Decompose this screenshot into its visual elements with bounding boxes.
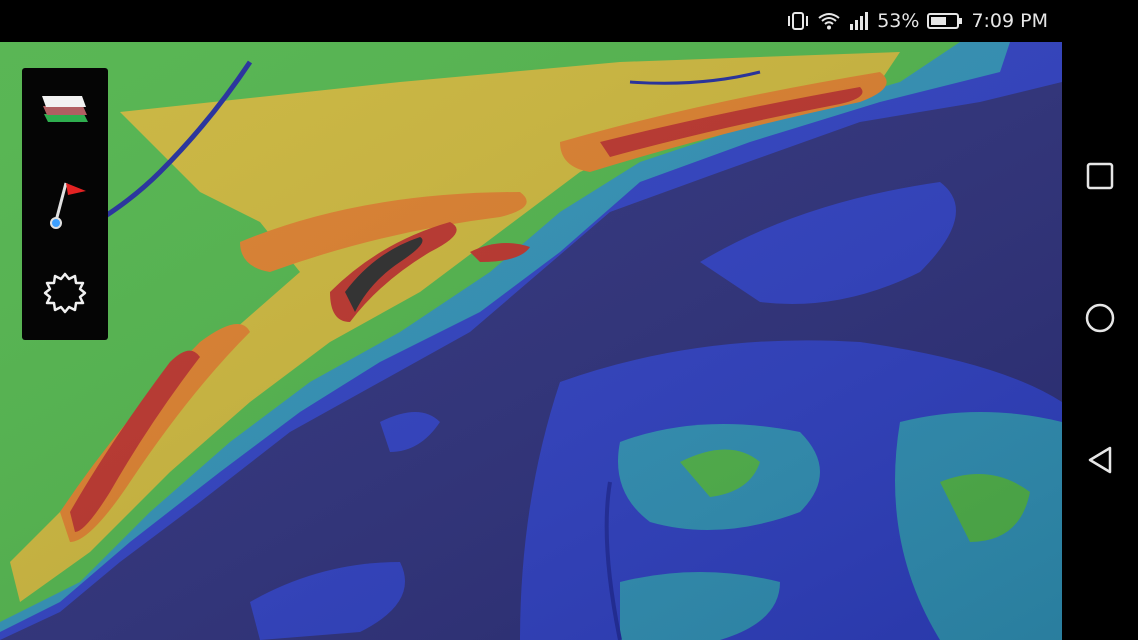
back-button[interactable] xyxy=(1078,440,1122,484)
map-toolbar xyxy=(22,68,108,340)
flag-pin-icon xyxy=(38,171,92,235)
wifi-icon xyxy=(817,11,841,31)
battery-percent: 53% xyxy=(877,10,920,32)
recent-apps-button[interactable] xyxy=(1078,156,1122,200)
settings-button[interactable] xyxy=(30,260,100,330)
layers-icon xyxy=(38,84,92,134)
home-circle-icon xyxy=(1084,302,1116,338)
home-button[interactable] xyxy=(1078,298,1122,342)
layers-button[interactable] xyxy=(30,74,100,144)
status-bar: 53% 7:09 PM xyxy=(0,0,1062,42)
signal-icon xyxy=(849,11,869,31)
flag-pin-button[interactable] xyxy=(30,168,100,238)
elevation-map-canvas[interactable] xyxy=(0,42,1062,640)
navigation-bar xyxy=(1062,0,1138,640)
clock-time: 7:09 PM xyxy=(971,10,1048,32)
recent-apps-square-icon xyxy=(1085,161,1115,195)
vibrate-icon xyxy=(787,11,809,31)
hillshade-overlay xyxy=(0,42,1062,640)
settings-gear-icon xyxy=(40,268,90,322)
back-triangle-icon xyxy=(1085,444,1115,480)
battery-icon xyxy=(927,11,963,31)
elevation-map[interactable] xyxy=(0,42,1062,640)
